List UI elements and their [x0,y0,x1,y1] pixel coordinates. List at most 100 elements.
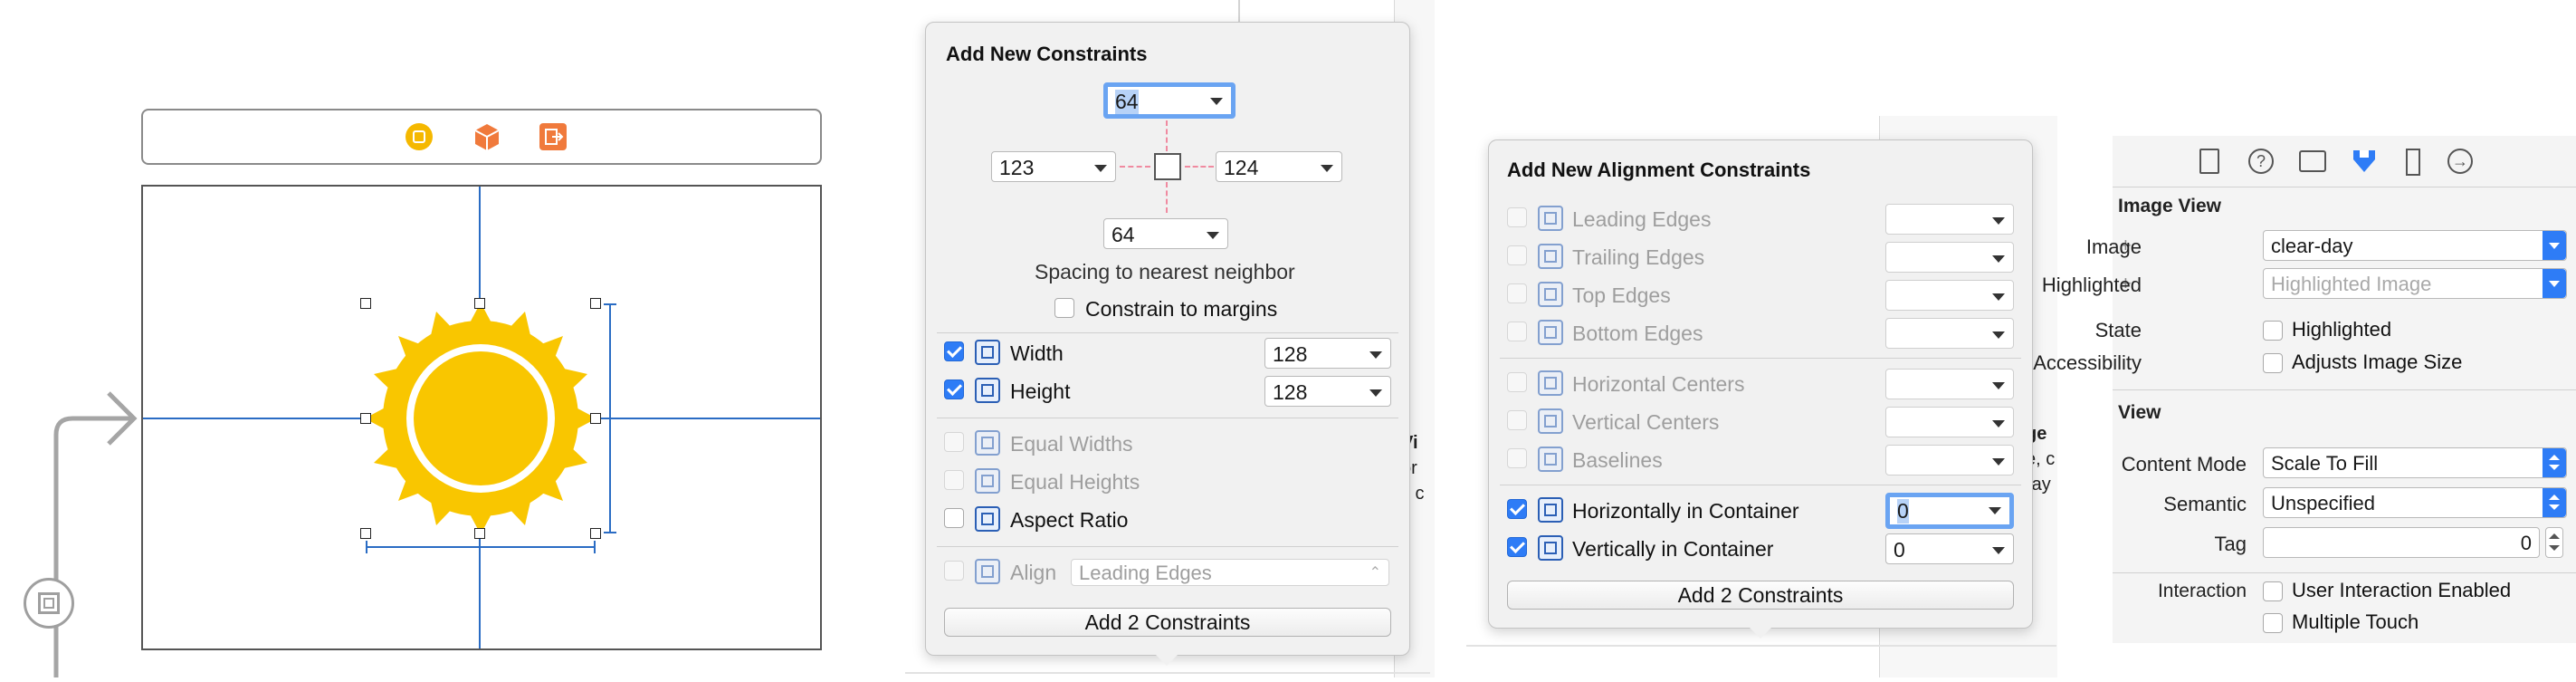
align-label: Align [1010,561,1057,584]
alignment-offset-field[interactable] [1885,204,2014,235]
alignment-checkbox[interactable] [1507,372,1527,392]
image-combo[interactable]: clear-day [2263,230,2567,261]
alignment-checkbox[interactable] [1507,448,1527,468]
highlighted-label: Highlighted [2041,274,2142,296]
user-interaction-checkbox[interactable] [2263,581,2283,601]
tag-field[interactable]: 0 [2263,527,2540,558]
width-constraint-indicator[interactable] [366,546,596,548]
content-mode-label: Content Mode [2121,453,2247,475]
alignment-checkbox[interactable] [1507,537,1527,557]
alignment-offset-field[interactable]: 0 [1885,493,2014,529]
image-label: Image [2085,235,2142,258]
height-constraint-icon [975,378,1000,403]
right-constraint-strut[interactable] [1185,166,1214,168]
identity-inspector-icon[interactable] [2299,150,2326,172]
top-spacing-value: 64 [1115,90,1139,114]
top-spacing-field[interactable]: 64 [1103,82,1236,119]
separator [937,332,1398,333]
attributes-inspector-icon[interactable] [2350,147,2379,176]
resize-handle-tr[interactable] [590,298,601,309]
constrain-margins-checkbox[interactable] [1054,298,1074,318]
alignment-label: Baselines [1572,448,1663,472]
separator [1500,358,2021,359]
first-responder-icon[interactable] [473,122,501,151]
alignment-popover-pointer [1748,626,1773,639]
width-checkbox[interactable] [944,341,964,361]
adjusts-image-size-checkbox[interactable] [2263,353,2283,373]
alignment-label: Horizontal Centers [1572,372,1745,396]
equal-heights-checkbox[interactable] [944,470,964,490]
storyboard-canvas [0,0,905,677]
alignment-type-icon [1538,244,1563,269]
add-alignment-constraints-button[interactable]: Add 2 Constraints [1507,581,2014,610]
file-inspector-icon[interactable] [2199,149,2219,174]
height-value-field[interactable]: 128 [1264,376,1391,407]
height-constraint-indicator[interactable] [609,303,611,533]
height-checkbox[interactable] [944,379,964,399]
alignment-checkbox[interactable] [1507,245,1527,265]
resize-handle-ml[interactable] [360,413,371,424]
state-highlighted-label: Highlighted [2292,318,2392,341]
equal-widths-label: Equal Widths [1010,432,1133,456]
user-interaction-label: User Interaction Enabled [2292,579,2512,601]
alignment-type-icon [1538,447,1563,472]
add-constraints-button[interactable]: Add 2 Constraints [944,608,1391,637]
alignment-checkbox[interactable] [1507,322,1527,341]
quick-help-icon[interactable]: ? [2248,149,2274,174]
view-controller-icon[interactable] [405,123,433,150]
resize-handle-bl[interactable] [360,528,371,539]
aspect-ratio-label: Aspect Ratio [1010,508,1129,532]
resize-handle-mr[interactable] [590,413,601,424]
height-constraint-cap-bottom [604,532,616,533]
alignment-label: Bottom Edges [1572,322,1703,345]
bottom-constraint-strut[interactable] [1166,182,1168,213]
left-constraint-strut[interactable] [1120,166,1150,168]
chevron-down-icon [1992,382,2005,389]
height-constraint-cap-top [604,303,616,305]
right-spacing-value: 124 [1224,156,1259,179]
alignment-offset-field[interactable] [1885,445,2014,475]
state-highlighted-checkbox[interactable] [2263,321,2283,341]
top-constraint-strut[interactable] [1166,120,1168,151]
alignment-offset-field[interactable]: 0 [1885,533,2014,564]
sun-image-view[interactable] [365,303,596,534]
alignment-checkbox[interactable] [1507,410,1527,430]
equal-widths-icon [975,430,1000,456]
navigation-controller-icon[interactable] [24,578,74,629]
alignment-checkbox[interactable] [1507,499,1527,519]
width-constraint-cap-right [594,541,596,553]
alignment-checkbox[interactable] [1507,283,1527,303]
resize-handle-br[interactable] [590,528,601,539]
exit-icon[interactable] [539,123,567,150]
initial-view-controller-arrow[interactable] [18,380,145,677]
alignment-label: Horizontally in Container [1572,499,1799,523]
size-inspector-icon[interactable] [2406,149,2420,176]
resize-handle-tc[interactable] [474,298,485,309]
resize-handle-tl[interactable] [360,298,371,309]
align-checkbox[interactable] [944,561,964,581]
left-spacing-field[interactable]: 123 [991,151,1116,182]
alignment-offset-field[interactable] [1885,407,2014,437]
align-popup-value: Leading Edges [1079,562,1212,584]
content-mode-popup[interactable]: Scale To Fill [2263,447,2567,478]
aspect-ratio-checkbox[interactable] [944,508,964,528]
width-value: 128 [1273,342,1308,366]
multiple-touch-checkbox[interactable] [2263,613,2283,633]
align-popup[interactable]: Leading Edges ⌃ [1071,559,1389,586]
alignment-label: Trailing Edges [1572,245,1705,269]
resize-handle-bc[interactable] [474,528,485,539]
alignment-type-icon [1538,497,1563,523]
chevron-down-icon [1992,217,2005,225]
connections-inspector-icon[interactable]: → [2447,149,2473,174]
alignment-popover-title: Add New Alignment Constraints [1507,158,1811,181]
semantic-popup[interactable]: Unspecified [2263,487,2567,518]
width-constraint-icon [975,340,1000,365]
alignment-checkbox[interactable] [1507,207,1527,227]
width-value-field[interactable]: 128 [1264,338,1391,369]
bottom-spacing-field[interactable]: 64 [1103,218,1228,249]
equal-widths-checkbox[interactable] [944,432,964,452]
tag-stepper[interactable] [2545,527,2563,558]
chevron-down-icon [2543,231,2566,260]
right-spacing-field[interactable]: 124 [1216,151,1342,182]
highlighted-image-combo[interactable]: Highlighted Image [2263,268,2567,299]
